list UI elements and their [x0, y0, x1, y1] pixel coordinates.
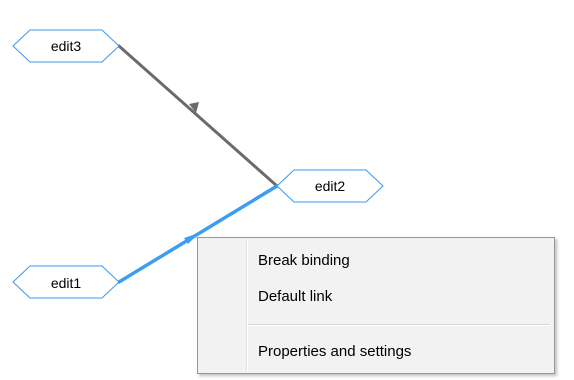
node-edit3-label: edit3 [51, 38, 82, 54]
node-edit1-label: edit1 [51, 275, 82, 291]
node-edit3[interactable]: edit3 [12, 29, 120, 63]
menu-item-default-link[interactable]: Default link [200, 280, 552, 314]
node-edit1[interactable]: edit1 [12, 265, 120, 299]
menu-item-properties-and-settings[interactable]: Properties and settings [200, 335, 552, 369]
context-menu: Break binding Default link Properties an… [197, 237, 555, 374]
menu-item-break-binding[interactable]: Break binding [200, 244, 552, 278]
node-edit2-label: edit2 [315, 178, 346, 194]
menu-separator [248, 324, 550, 326]
link-edit3-edit2[interactable] [117, 44, 279, 188]
node-edit2[interactable]: edit2 [276, 169, 384, 203]
